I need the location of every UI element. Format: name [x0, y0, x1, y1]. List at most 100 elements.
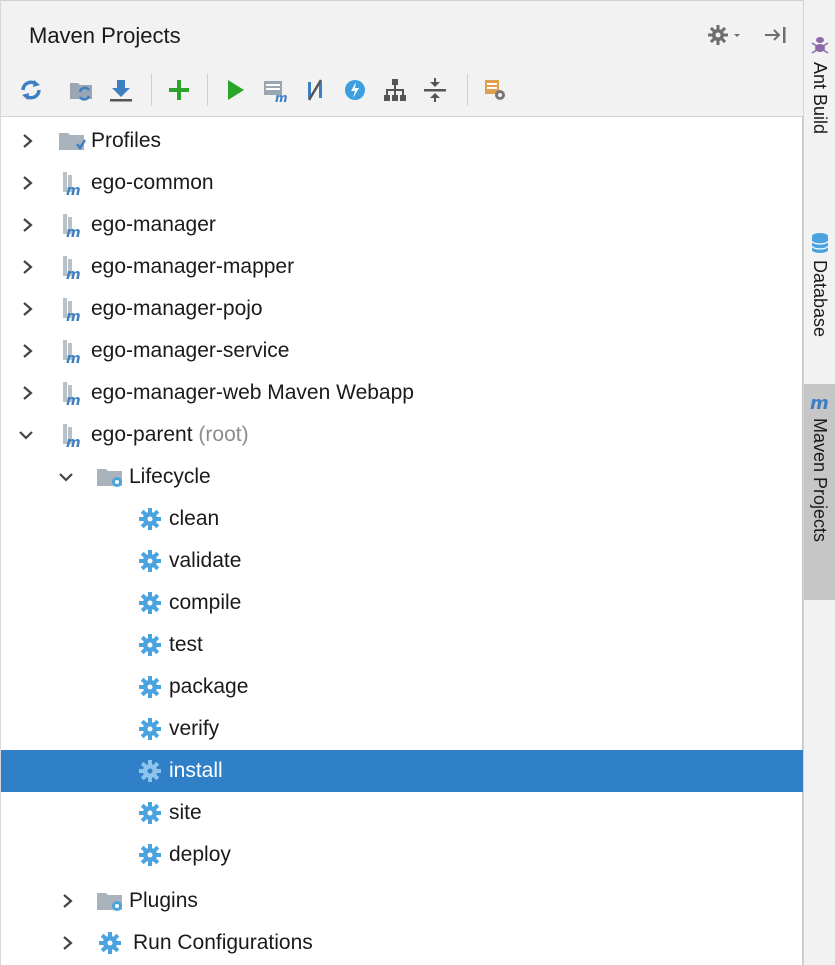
tree-node-label: ego-common: [91, 171, 214, 194]
lifecycle-goal-validate[interactable]: validate: [1, 540, 803, 582]
svg-text:m: m: [66, 183, 81, 196]
goal-label: package: [169, 675, 249, 698]
chevron-right-icon[interactable]: [59, 933, 77, 953]
gear-icon[interactable]: [707, 23, 745, 47]
tree-node-label: Profiles: [91, 129, 162, 152]
goal-gear-icon: [135, 674, 165, 700]
chevron-right-icon[interactable]: [59, 891, 77, 911]
maven-module-icon: m: [57, 212, 87, 241]
maven-module-icon: m: [57, 338, 87, 367]
maven-toolbar: m: [1, 66, 803, 117]
lifecycle-goal-verify[interactable]: verify: [1, 708, 803, 750]
offline-icon[interactable]: [341, 76, 369, 104]
tree-node-plugins[interactable]: Plugins: [1, 880, 803, 922]
run-icon[interactable]: [221, 76, 249, 104]
chevron-right-icon[interactable]: [19, 341, 37, 361]
tree-node-lifecycle[interactable]: Lifecycle: [1, 456, 803, 498]
profiles-folder-icon: [57, 128, 87, 154]
maven-module-icon: m: [57, 296, 87, 325]
tree-node-module[interactable]: m ego-manager: [1, 204, 803, 246]
goal-gear-icon: [135, 548, 165, 574]
goal-label: validate: [169, 549, 242, 572]
root-suffix: (root): [198, 423, 249, 446]
goal-label: clean: [169, 507, 220, 530]
chevron-right-icon[interactable]: [19, 383, 37, 403]
goal-gear-icon: [135, 716, 165, 742]
svg-text:m: m: [66, 393, 81, 406]
goal-gear-icon: [135, 590, 165, 616]
goal-gear-icon: [135, 800, 165, 826]
tree-node-module[interactable]: m ego-manager-web Maven Webapp: [1, 372, 803, 414]
tree-node-label: Plugins: [129, 889, 198, 912]
tree-node-label: ego-parent: [91, 423, 193, 446]
goal-label: verify: [169, 717, 220, 740]
maven-module-icon: m: [57, 254, 87, 283]
goal-label: site: [169, 801, 202, 824]
download-icon[interactable]: [107, 76, 135, 104]
tree-node-module[interactable]: m ego-manager-service: [1, 330, 803, 372]
lifecycle-goal-clean[interactable]: clean: [1, 498, 803, 540]
maven-module-icon: m: [57, 422, 87, 451]
panel-title: Maven Projects: [29, 23, 181, 48]
lifecycle-goal-install[interactable]: install: [1, 750, 803, 792]
tree-node-module[interactable]: m ego-manager-pojo: [1, 288, 803, 330]
goal-label: test: [169, 633, 203, 656]
maven-module-icon: m: [57, 380, 87, 409]
chevron-right-icon[interactable]: [19, 299, 37, 319]
execute-goal-icon[interactable]: m: [261, 76, 289, 104]
reimport-icon[interactable]: [17, 76, 45, 104]
run-configurations-gear-icon: [95, 930, 125, 956]
add-icon[interactable]: [165, 76, 193, 104]
tree-node-label: Lifecycle: [129, 465, 211, 488]
collapse-all-icon[interactable]: [421, 76, 449, 104]
svg-text:m: m: [810, 393, 829, 414]
tree-node-profiles[interactable]: Profiles: [1, 120, 803, 162]
lifecycle-goal-test[interactable]: test: [1, 624, 803, 666]
chevron-down-icon[interactable]: [17, 425, 35, 445]
maven-module-icon: m: [57, 170, 87, 199]
tree-node-label: ego-manager-service: [91, 339, 290, 362]
lifecycle-goal-package[interactable]: package: [1, 666, 803, 708]
plugins-folder-icon: [95, 888, 125, 914]
tree-node-label: ego-manager-mapper: [91, 255, 295, 278]
lifecycle-goal-compile[interactable]: compile: [1, 582, 803, 624]
side-tab-label: Ant Build: [810, 62, 830, 135]
goal-gear-icon: [135, 842, 165, 868]
chevron-down-icon[interactable]: [57, 467, 75, 487]
dependencies-icon[interactable]: [381, 76, 409, 104]
svg-text:m: m: [66, 435, 81, 448]
goal-label: deploy: [169, 843, 231, 866]
tree-node-run-configurations[interactable]: Run Configurations: [1, 922, 803, 964]
database-icon: [810, 232, 830, 254]
lifecycle-goal-deploy[interactable]: deploy: [1, 834, 803, 876]
chevron-right-icon[interactable]: [19, 131, 37, 151]
settings-icon[interactable]: [481, 76, 509, 104]
chevron-right-icon[interactable]: [19, 257, 37, 277]
svg-text:m: m: [66, 309, 81, 322]
ant-icon: [810, 34, 830, 56]
skip-tests-icon[interactable]: [301, 76, 329, 104]
goal-label: compile: [169, 591, 242, 614]
side-tab-label: Maven Projects: [810, 418, 830, 543]
side-tab-maven-projects[interactable]: m Maven Projects: [804, 384, 835, 600]
project-tree: Profiles m ego-common m ego-manager m eg…: [1, 116, 803, 965]
generate-sources-icon[interactable]: [67, 76, 95, 104]
tree-node-root-module[interactable]: m ego-parent (root): [1, 414, 803, 456]
hide-panel-icon[interactable]: [761, 23, 791, 47]
tree-node-label: ego-manager: [91, 213, 216, 236]
tree-node-module[interactable]: m ego-manager-mapper: [1, 246, 803, 288]
side-tab-ant-build[interactable]: Ant Build: [804, 0, 835, 200]
tree-node-module[interactable]: m ego-common: [1, 162, 803, 204]
maven-projects-panel: Maven Projects m Profiles m ego-common m…: [0, 0, 803, 965]
lifecycle-goal-site[interactable]: site: [1, 792, 803, 834]
tree-node-label: ego-manager-pojo: [91, 297, 263, 320]
svg-text:m: m: [66, 225, 81, 238]
lifecycle-folder-icon: [95, 464, 125, 490]
panel-header: Maven Projects: [1, 0, 803, 67]
svg-text:m: m: [66, 267, 81, 280]
side-tab-database[interactable]: Database: [804, 220, 835, 380]
chevron-right-icon[interactable]: [19, 215, 37, 235]
chevron-right-icon[interactable]: [19, 173, 37, 193]
tool-window-strip: Ant Build Database m Maven Projects: [803, 0, 835, 965]
goal-gear-icon: [135, 632, 165, 658]
